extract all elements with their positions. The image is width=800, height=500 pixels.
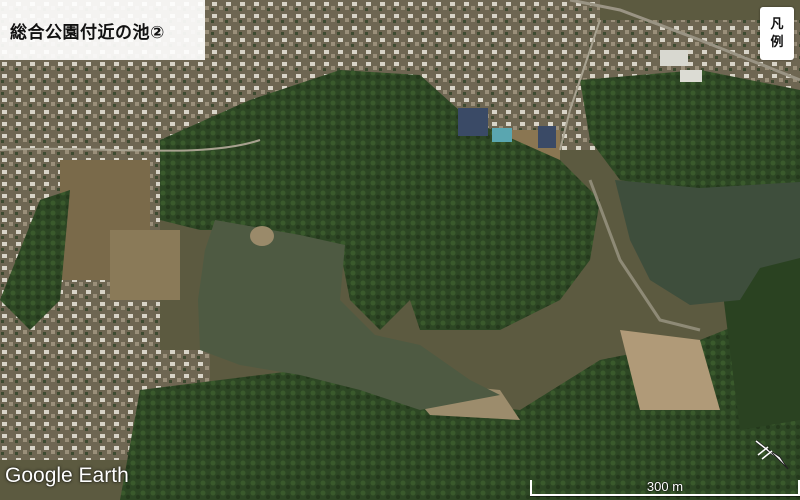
google-earth-watermark: Google Earth xyxy=(5,464,129,487)
satellite-map[interactable]: 総合公園付近の池② 凡 例 Google Earth 300 m xyxy=(0,0,800,500)
legend-label-line1: 凡 xyxy=(770,16,784,32)
satellite-imagery xyxy=(0,0,800,500)
map-title: 総合公園付近の池② xyxy=(10,22,165,43)
map-title-panel: 総合公園付近の池② xyxy=(0,0,205,60)
legend-button[interactable]: 凡 例 xyxy=(760,7,794,60)
scale-bar-label: 300 m xyxy=(646,479,684,494)
legend-label-line2: 例 xyxy=(770,34,784,50)
compass-arrow-icon[interactable] xyxy=(752,437,792,473)
solar-panel xyxy=(458,108,488,136)
scale-bar: 300 m xyxy=(530,478,800,498)
